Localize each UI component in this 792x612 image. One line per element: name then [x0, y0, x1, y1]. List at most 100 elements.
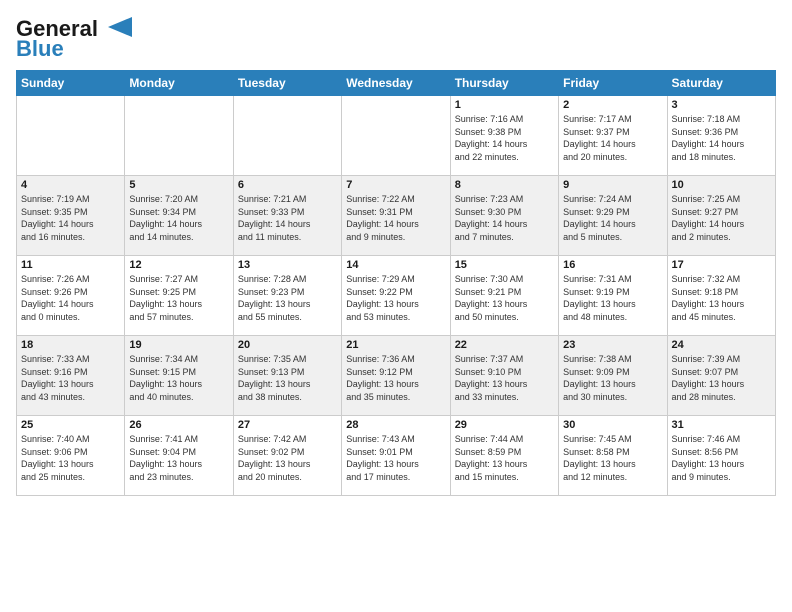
- day-info: Sunrise: 7:46 AM Sunset: 8:56 PM Dayligh…: [672, 433, 771, 483]
- week-row-4: 18 Sunrise: 7:33 AM Sunset: 9:16 PM Dayli…: [17, 336, 776, 416]
- calendar-cell: 12 Sunrise: 7:27 AM Sunset: 9:25 PM Dayli…: [125, 256, 233, 336]
- day-number: 21: [346, 339, 445, 351]
- col-header-wednesday: Wednesday: [342, 71, 450, 96]
- day-info: Sunrise: 7:35 AM Sunset: 9:13 PM Dayligh…: [238, 353, 337, 403]
- calendar-cell: 31 Sunrise: 7:46 AM Sunset: 8:56 PM Dayli…: [667, 416, 775, 496]
- header: General Blue: [16, 16, 776, 62]
- day-number: 24: [672, 339, 771, 351]
- day-number: 11: [21, 259, 120, 271]
- day-info: Sunrise: 7:20 AM Sunset: 9:34 PM Dayligh…: [129, 193, 228, 243]
- day-info: Sunrise: 7:38 AM Sunset: 9:09 PM Dayligh…: [563, 353, 662, 403]
- header-row: SundayMondayTuesdayWednesdayThursdayFrid…: [17, 71, 776, 96]
- calendar-cell: 30 Sunrise: 7:45 AM Sunset: 8:58 PM Dayli…: [559, 416, 667, 496]
- calendar-cell: 23Sunrise: 7:38 AM Sunset: 9:09 PM Dayli…: [559, 336, 667, 416]
- calendar-cell: 11 Sunrise: 7:26 AM Sunset: 9:26 PM Dayli…: [17, 256, 125, 336]
- day-info: Sunrise: 7:44 AM Sunset: 8:59 PM Dayligh…: [455, 433, 554, 483]
- day-number: 18: [21, 339, 120, 351]
- day-info: Sunrise: 7:40 AM Sunset: 9:06 PM Dayligh…: [21, 433, 120, 483]
- day-info: Sunrise: 7:22 AM Sunset: 9:31 PM Dayligh…: [346, 193, 445, 243]
- day-info: Sunrise: 7:42 AM Sunset: 9:02 PM Dayligh…: [238, 433, 337, 483]
- calendar-cell: [342, 96, 450, 176]
- logo: General Blue: [16, 16, 132, 62]
- day-info: Sunrise: 7:43 AM Sunset: 9:01 PM Dayligh…: [346, 433, 445, 483]
- day-number: 13: [238, 259, 337, 271]
- day-number: 28: [346, 419, 445, 431]
- calendar-cell: [17, 96, 125, 176]
- day-number: 5: [129, 179, 228, 191]
- calendar-cell: 27 Sunrise: 7:42 AM Sunset: 9:02 PM Dayli…: [233, 416, 341, 496]
- day-number: 3: [672, 99, 771, 111]
- calendar-cell: 24 Sunrise: 7:39 AM Sunset: 9:07 PM Dayli…: [667, 336, 775, 416]
- calendar-cell: 14 Sunrise: 7:29 AM Sunset: 9:22 PM Dayli…: [342, 256, 450, 336]
- calendar-cell: 6Sunrise: 7:21 AM Sunset: 9:33 PM Daylig…: [233, 176, 341, 256]
- day-info: Sunrise: 7:45 AM Sunset: 8:58 PM Dayligh…: [563, 433, 662, 483]
- calendar-cell: 8Sunrise: 7:23 AM Sunset: 9:30 PM Daylig…: [450, 176, 558, 256]
- calendar-cell: 22Sunrise: 7:37 AM Sunset: 9:10 PM Dayli…: [450, 336, 558, 416]
- day-info: Sunrise: 7:29 AM Sunset: 9:22 PM Dayligh…: [346, 273, 445, 323]
- week-row-3: 11 Sunrise: 7:26 AM Sunset: 9:26 PM Dayli…: [17, 256, 776, 336]
- day-number: 19: [129, 339, 228, 351]
- day-info: Sunrise: 7:39 AM Sunset: 9:07 PM Dayligh…: [672, 353, 771, 403]
- day-info: Sunrise: 7:30 AM Sunset: 9:21 PM Dayligh…: [455, 273, 554, 323]
- logo-blue: Blue: [16, 36, 64, 62]
- calendar-cell: 7 Sunrise: 7:22 AM Sunset: 9:31 PM Daylig…: [342, 176, 450, 256]
- calendar-cell: 28 Sunrise: 7:43 AM Sunset: 9:01 PM Dayli…: [342, 416, 450, 496]
- day-number: 15: [455, 259, 554, 271]
- day-number: 29: [455, 419, 554, 431]
- day-info: Sunrise: 7:27 AM Sunset: 9:25 PM Dayligh…: [129, 273, 228, 323]
- day-number: 12: [129, 259, 228, 271]
- col-header-sunday: Sunday: [17, 71, 125, 96]
- day-info: Sunrise: 7:33 AM Sunset: 9:16 PM Dayligh…: [21, 353, 120, 403]
- calendar-cell: 20Sunrise: 7:35 AM Sunset: 9:13 PM Dayli…: [233, 336, 341, 416]
- day-info: Sunrise: 7:26 AM Sunset: 9:26 PM Dayligh…: [21, 273, 120, 323]
- week-row-2: 4 Sunrise: 7:19 AM Sunset: 9:35 PM Daylig…: [17, 176, 776, 256]
- calendar-cell: 15 Sunrise: 7:30 AM Sunset: 9:21 PM Dayli…: [450, 256, 558, 336]
- day-info: Sunrise: 7:18 AM Sunset: 9:36 PM Dayligh…: [672, 113, 771, 163]
- calendar-cell: 25 Sunrise: 7:40 AM Sunset: 9:06 PM Dayli…: [17, 416, 125, 496]
- calendar-cell: [233, 96, 341, 176]
- calendar-cell: 18 Sunrise: 7:33 AM Sunset: 9:16 PM Dayli…: [17, 336, 125, 416]
- calendar-table: SundayMondayTuesdayWednesdayThursdayFrid…: [16, 70, 776, 496]
- day-number: 10: [672, 179, 771, 191]
- calendar-cell: 29 Sunrise: 7:44 AM Sunset: 8:59 PM Dayli…: [450, 416, 558, 496]
- day-number: 4: [21, 179, 120, 191]
- day-info: Sunrise: 7:36 AM Sunset: 9:12 PM Dayligh…: [346, 353, 445, 403]
- day-number: 7: [346, 179, 445, 191]
- calendar-cell: 17Sunrise: 7:32 AM Sunset: 9:18 PM Dayli…: [667, 256, 775, 336]
- day-info: Sunrise: 7:37 AM Sunset: 9:10 PM Dayligh…: [455, 353, 554, 403]
- day-info: Sunrise: 7:41 AM Sunset: 9:04 PM Dayligh…: [129, 433, 228, 483]
- calendar-cell: 1 Sunrise: 7:16 AM Sunset: 9:38 PM Daylig…: [450, 96, 558, 176]
- calendar-cell: 16Sunrise: 7:31 AM Sunset: 9:19 PM Dayli…: [559, 256, 667, 336]
- day-number: 26: [129, 419, 228, 431]
- day-info: Sunrise: 7:28 AM Sunset: 9:23 PM Dayligh…: [238, 273, 337, 323]
- day-number: 25: [21, 419, 120, 431]
- calendar-cell: 2 Sunrise: 7:17 AM Sunset: 9:37 PM Daylig…: [559, 96, 667, 176]
- calendar-cell: 3 Sunrise: 7:18 AM Sunset: 9:36 PM Daylig…: [667, 96, 775, 176]
- calendar-cell: 4 Sunrise: 7:19 AM Sunset: 9:35 PM Daylig…: [17, 176, 125, 256]
- day-number: 2: [563, 99, 662, 111]
- calendar-cell: [125, 96, 233, 176]
- day-number: 27: [238, 419, 337, 431]
- col-header-thursday: Thursday: [450, 71, 558, 96]
- day-number: 14: [346, 259, 445, 271]
- day-number: 30: [563, 419, 662, 431]
- day-number: 16: [563, 259, 662, 271]
- logo-icon: [100, 17, 132, 37]
- col-header-tuesday: Tuesday: [233, 71, 341, 96]
- calendar-cell: 21 Sunrise: 7:36 AM Sunset: 9:12 PM Dayli…: [342, 336, 450, 416]
- day-number: 31: [672, 419, 771, 431]
- week-row-5: 25 Sunrise: 7:40 AM Sunset: 9:06 PM Dayli…: [17, 416, 776, 496]
- day-info: Sunrise: 7:32 AM Sunset: 9:18 PM Dayligh…: [672, 273, 771, 323]
- day-info: Sunrise: 7:17 AM Sunset: 9:37 PM Dayligh…: [563, 113, 662, 163]
- day-info: Sunrise: 7:25 AM Sunset: 9:27 PM Dayligh…: [672, 193, 771, 243]
- calendar-cell: 19 Sunrise: 7:34 AM Sunset: 9:15 PM Dayli…: [125, 336, 233, 416]
- day-info: Sunrise: 7:19 AM Sunset: 9:35 PM Dayligh…: [21, 193, 120, 243]
- day-info: Sunrise: 7:23 AM Sunset: 9:30 PM Dayligh…: [455, 193, 554, 243]
- col-header-saturday: Saturday: [667, 71, 775, 96]
- day-info: Sunrise: 7:34 AM Sunset: 9:15 PM Dayligh…: [129, 353, 228, 403]
- day-info: Sunrise: 7:16 AM Sunset: 9:38 PM Dayligh…: [455, 113, 554, 163]
- calendar-cell: 26 Sunrise: 7:41 AM Sunset: 9:04 PM Dayli…: [125, 416, 233, 496]
- day-number: 1: [455, 99, 554, 111]
- calendar-cell: 5 Sunrise: 7:20 AM Sunset: 9:34 PM Daylig…: [125, 176, 233, 256]
- calendar-cell: 9Sunrise: 7:24 AM Sunset: 9:29 PM Daylig…: [559, 176, 667, 256]
